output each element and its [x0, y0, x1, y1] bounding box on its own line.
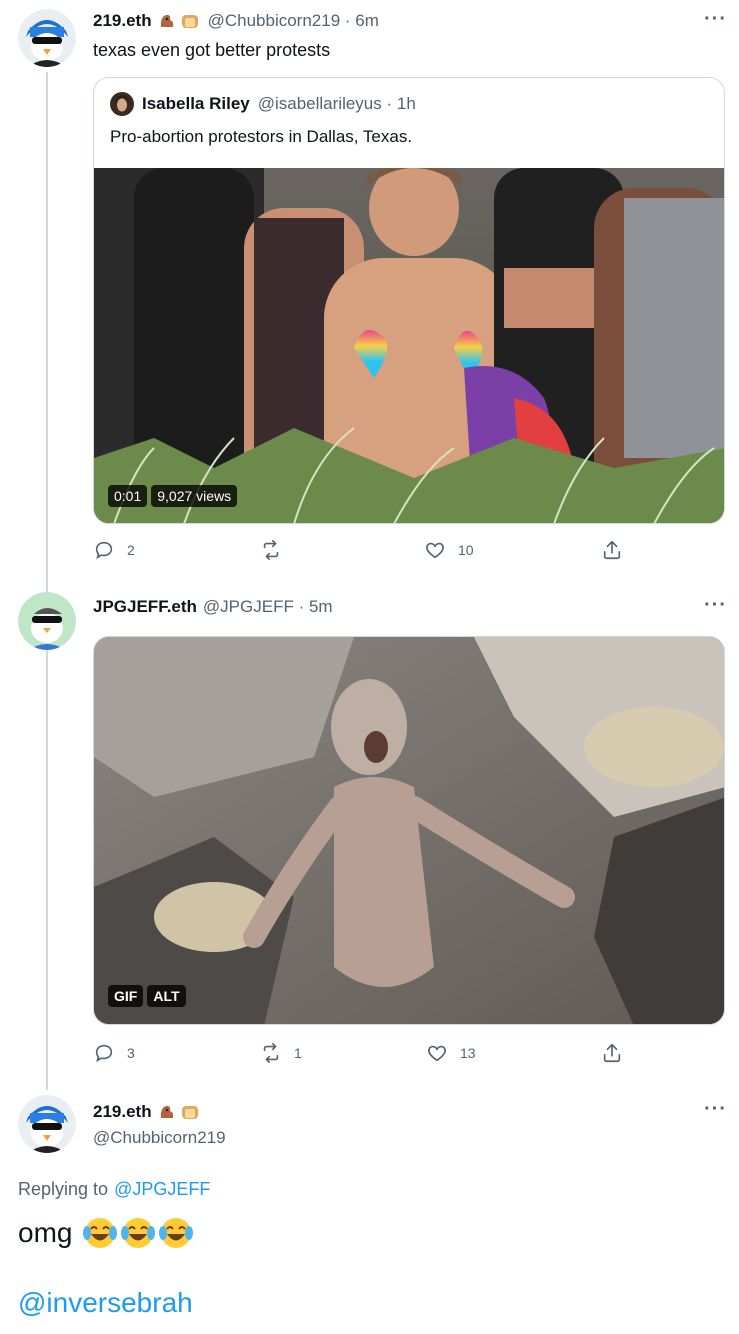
squirrel-bread-emoji-icon	[160, 14, 198, 28]
mention-link[interactable]: @inversebrah	[18, 1287, 193, 1319]
thread-line	[46, 72, 48, 1090]
laughing-crying-emoji-icon	[159, 1218, 194, 1248]
tweet1-more-icon[interactable]: ···	[704, 8, 727, 31]
tweet1-retweet-button[interactable]	[260, 539, 294, 561]
tweet1-like-button[interactable]: 10	[424, 539, 474, 561]
tweet1-header: 219.eth @Chubbicorn219 · 6m	[93, 11, 379, 31]
laughing-crying-emoji-icon	[83, 1218, 118, 1248]
replying-to-handle[interactable]: @JPGJEFF	[114, 1179, 210, 1200]
reply-icon	[95, 1044, 113, 1063]
quote-header: Isabella Riley @isabellarileyus · 1h	[110, 92, 416, 116]
heart-icon	[428, 1045, 446, 1062]
tweet3-name-row: 219.eth	[93, 1102, 202, 1122]
tweet2-more-icon[interactable]: ···	[704, 594, 727, 617]
share-icon	[603, 1043, 621, 1063]
video-thumbnail	[94, 168, 724, 523]
quote-handle-time: @isabellarileyus · 1h	[257, 94, 416, 113]
tweet1-like-count: 10	[458, 542, 474, 558]
tweet1-text: texas even got better protests	[93, 40, 331, 60]
share-icon	[603, 540, 621, 560]
tweet2-header: JPGJEFF.eth @JPGJEFF · 5m	[93, 597, 333, 617]
quote-display-name: Isabella Riley	[142, 94, 250, 113]
tweet2-reply-button[interactable]: 3	[93, 1042, 135, 1064]
laughing-crying-emoji-icon	[121, 1218, 156, 1248]
tweet2-reply-count: 3	[127, 1045, 135, 1061]
emoji-row	[82, 1215, 194, 1251]
quote-avatar	[110, 92, 134, 116]
tweet2-retweet-count: 1	[294, 1045, 302, 1061]
tweet1-reply-button[interactable]: 2	[93, 539, 135, 561]
quoted-tweet-card[interactable]: Isabella Riley @isabellarileyus · 1h Pro…	[93, 77, 725, 524]
avatar-jpgjeff[interactable]	[18, 592, 76, 650]
gif-badge: GIF	[108, 985, 144, 1007]
tweet1-share-button[interactable]	[601, 539, 623, 561]
tweet3-text: omg	[18, 1217, 73, 1248]
replying-to: Replying to @JPGJEFF	[18, 1179, 210, 1200]
video-views: 9,027 views	[151, 485, 238, 507]
video-duration: 0:01	[108, 485, 148, 507]
tweet3-display-name[interactable]: 219.eth	[93, 1102, 152, 1122]
tweet1-handle-time[interactable]: @Chubbicorn219 · 6m	[208, 11, 379, 31]
tweet2-retweet-button[interactable]: 1	[260, 1042, 302, 1064]
tweet2-share-button[interactable]	[601, 1042, 623, 1064]
tweet1-reply-count: 2	[127, 542, 135, 558]
alt-badge[interactable]: ALT	[147, 985, 186, 1007]
tweet2-handle-time[interactable]: @JPGJEFF · 5m	[203, 597, 333, 617]
tweet2-display-name[interactable]: JPGJEFF.eth	[93, 597, 197, 617]
squirrel-bread-emoji-icon	[160, 1105, 198, 1119]
gif-image	[94, 637, 724, 1024]
gif-badges: GIF ALT	[108, 985, 186, 1007]
tweet3-more-icon[interactable]: ···	[704, 1098, 727, 1121]
quote-text: Pro-abortion protestors in Dallas, Texas…	[110, 127, 413, 146]
heart-icon	[426, 542, 444, 559]
tweet2-like-button[interactable]: 13	[426, 1042, 476, 1064]
quote-video[interactable]: 0:01 9,027 views	[94, 168, 724, 523]
video-badges: 0:01 9,027 views	[108, 485, 238, 507]
retweet-icon	[263, 540, 279, 560]
retweet-icon	[263, 1043, 279, 1063]
reply-icon	[95, 541, 113, 560]
tweet3-body: omg	[18, 1215, 194, 1251]
avatar-219-reply[interactable]	[18, 1095, 76, 1153]
tweet3-handle[interactable]: @Chubbicorn219	[93, 1128, 226, 1148]
tweet1-display-name[interactable]: 219.eth	[93, 11, 152, 31]
tweet2-gif[interactable]: GIF ALT	[93, 636, 725, 1025]
tweet2-like-count: 13	[460, 1045, 476, 1061]
avatar-219[interactable]	[18, 9, 76, 67]
replying-to-prefix: Replying to	[18, 1179, 109, 1199]
